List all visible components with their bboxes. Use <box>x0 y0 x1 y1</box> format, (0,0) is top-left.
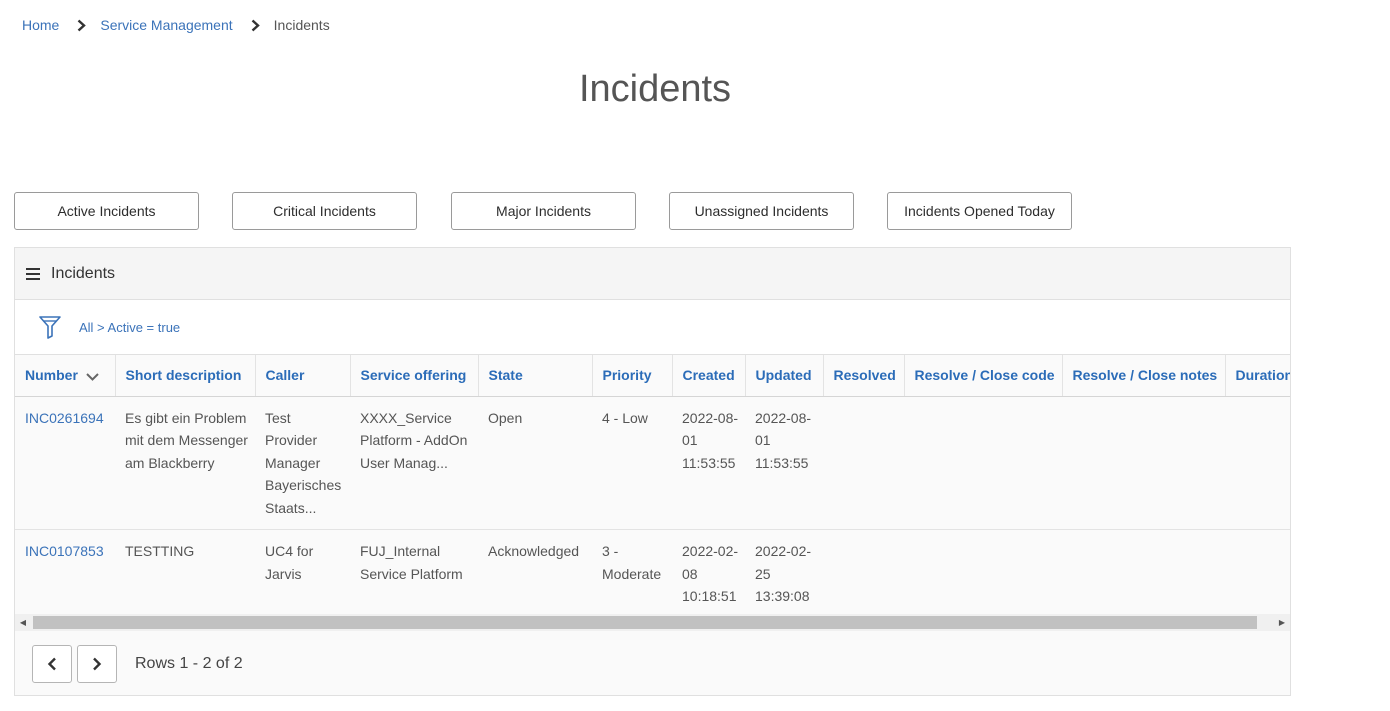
column-header-created[interactable]: Created <box>672 355 746 397</box>
chevron-right-icon <box>251 19 260 32</box>
cell-updated: 2022-08-01 11:53:55 <box>745 396 823 530</box>
column-header-close-notes[interactable]: Resolve / Close notes <box>1062 355 1226 397</box>
column-header-close-code[interactable]: Resolve / Close code <box>904 355 1063 397</box>
chevron-right-icon <box>93 657 102 671</box>
cell-close-notes <box>1062 396 1225 530</box>
scroll-right-arrow-icon[interactable]: ▶ <box>1274 614 1290 631</box>
horizontal-scrollbar[interactable]: ◀ ▶ <box>15 614 1290 631</box>
column-header-duration[interactable]: Duration <box>1225 355 1290 397</box>
cell-state: Open <box>478 396 592 530</box>
cell-duration <box>1225 529 1290 615</box>
cell-state: Acknowledged <box>478 529 592 615</box>
cell-updated: 2022-02-25 13:39:08 <box>745 529 823 615</box>
cell-close-code <box>904 529 1062 615</box>
filter-condition-link[interactable]: All > Active = true <box>79 320 180 335</box>
next-page-button[interactable] <box>77 645 117 683</box>
cell-priority: 4 - Low <box>592 396 672 530</box>
chevron-down-icon[interactable] <box>86 368 99 384</box>
critical-incidents-button[interactable]: Critical Incidents <box>232 192 417 230</box>
incidents-table: Number Short description Caller Service … <box>15 355 1290 615</box>
column-header-caller[interactable]: Caller <box>255 355 351 397</box>
scrollbar-thumb[interactable] <box>33 616 1257 629</box>
cell-created: 2022-08-01 11:53:55 <box>672 396 745 530</box>
table-row[interactable]: INC0107853 TESTTING UC4 for Jarvis FUJ_I… <box>15 529 1290 615</box>
cell-close-code <box>904 396 1062 530</box>
cell-caller: UC4 for Jarvis <box>255 529 350 615</box>
major-incidents-button[interactable]: Major Incidents <box>451 192 636 230</box>
cell-duration <box>1225 396 1290 530</box>
cell-close-notes <box>1062 529 1225 615</box>
panel-title: Incidents <box>51 264 116 282</box>
cell-resolved <box>823 529 904 615</box>
incident-number-link[interactable]: INC0261694 <box>15 396 115 530</box>
cell-priority: 3 - Moderate <box>592 529 672 615</box>
rows-count-text: Rows 1 - 2 of 2 <box>135 655 243 672</box>
column-header-priority[interactable]: Priority <box>592 355 673 397</box>
incidents-list-panel: Incidents All > Active = true Number Sho… <box>14 247 1291 696</box>
column-header-service-offering[interactable]: Service offering <box>350 355 479 397</box>
previous-page-button[interactable] <box>32 645 72 683</box>
incident-number-link[interactable]: INC0107853 <box>15 529 115 615</box>
breadcrumb-service-management-link[interactable]: Service Management <box>100 17 232 33</box>
cell-caller: Test Provider Manager Bayerisches Staats… <box>255 396 350 530</box>
hamburger-menu-icon[interactable] <box>26 267 40 280</box>
incidents-opened-today-button[interactable]: Incidents Opened Today <box>887 192 1072 230</box>
cell-service-offering: XXXX_Service Platform - AddOn User Manag… <box>350 396 478 530</box>
breadcrumb-current: Incidents <box>273 17 330 33</box>
column-header-short-description[interactable]: Short description <box>115 355 256 397</box>
chevron-right-icon <box>77 19 87 32</box>
cell-created: 2022-02-08 10:18:51 <box>672 529 745 615</box>
chevron-left-icon <box>47 657 56 671</box>
active-incidents-button[interactable]: Active Incidents <box>14 192 199 230</box>
column-header-state[interactable]: State <box>478 355 593 397</box>
table-header-row: Number Short description Caller Service … <box>15 355 1290 397</box>
page-title: Incidents <box>578 68 732 110</box>
cell-short-description: TESTTING <box>115 529 255 615</box>
panel-header: Incidents <box>15 248 1290 300</box>
column-header-resolved[interactable]: Resolved <box>823 355 905 397</box>
breadcrumb-home-link[interactable]: Home <box>22 17 59 33</box>
incidents-table-container: Number Short description Caller Service … <box>15 355 1290 615</box>
column-header-number[interactable]: Number <box>15 355 116 397</box>
pagination: Rows 1 - 2 of 2 <box>32 645 243 683</box>
cell-service-offering: FUJ_Internal Service Platform <box>350 529 478 615</box>
breadcrumb: Home Service Management Incidents <box>22 15 330 35</box>
column-header-updated[interactable]: Updated <box>745 355 824 397</box>
cell-resolved <box>823 396 904 530</box>
funnel-filter-icon[interactable] <box>39 315 61 339</box>
filter-bar: All > Active = true <box>15 300 1290 355</box>
scroll-left-arrow-icon[interactable]: ◀ <box>15 614 31 631</box>
unassigned-incidents-button[interactable]: Unassigned Incidents <box>669 192 854 230</box>
table-row[interactable]: INC0261694 Es gibt ein Problem mit dem M… <box>15 396 1290 530</box>
cell-short-description: Es gibt ein Problem mit dem Messenger am… <box>115 396 255 530</box>
